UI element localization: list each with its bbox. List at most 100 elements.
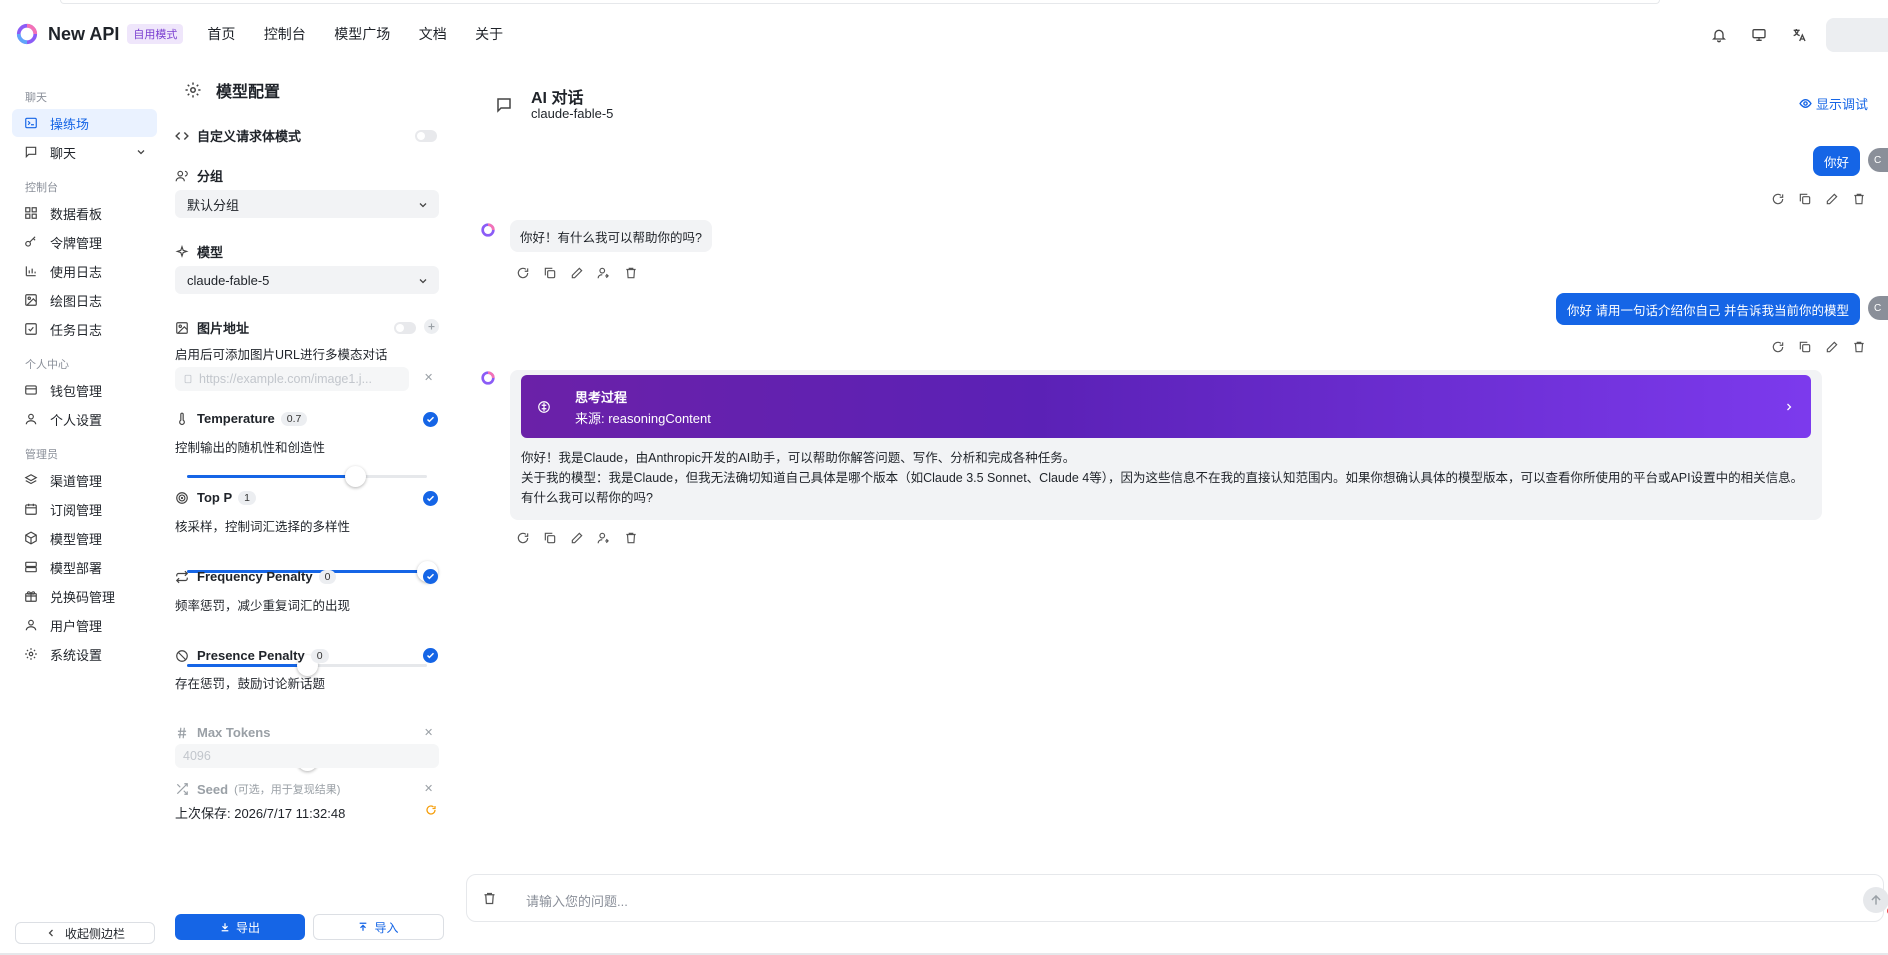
top-bar: New API 自用模式 首页 控制台 模型广场 文档 关于: [0, 0, 1888, 68]
retry-icon[interactable]: [1771, 340, 1785, 354]
close-icon[interactable]: ✕: [424, 371, 433, 384]
clear-chat-trash-icon[interactable]: [482, 891, 497, 906]
temperature-value-badge: 0.7: [280, 411, 308, 426]
frequency-penalty-slider[interactable]: [187, 655, 427, 676]
sidebar-item-label: 任务日志: [50, 322, 103, 338]
sidebar-item-wallet[interactable]: 钱包管理: [12, 376, 157, 404]
show-debug-label: 显示调试: [1815, 97, 1868, 112]
retry-icon[interactable]: [516, 266, 530, 280]
nav-home[interactable]: 首页: [207, 24, 235, 44]
group-label: 分组: [197, 169, 224, 184]
sidebar-item-users[interactable]: 用户管理: [12, 611, 157, 639]
collapse-sidebar-button[interactable]: 收起侧边栏: [15, 922, 155, 944]
sidebar-item-tokens[interactable]: 令牌管理: [12, 228, 157, 256]
send-button[interactable]: [1863, 887, 1888, 913]
close-icon[interactable]: ✕: [424, 726, 433, 739]
delete-icon[interactable]: [1852, 340, 1866, 354]
sidebar-item-models[interactable]: 模型管理: [12, 524, 157, 552]
show-debug-button[interactable]: 显示调试: [1799, 94, 1868, 113]
sidebar-item-channels[interactable]: 渠道管理: [12, 466, 157, 494]
sidebar-item-label: 钱包管理: [50, 383, 103, 399]
model-select[interactable]: claude-fable-5: [175, 266, 439, 294]
theme-monitor-icon[interactable]: [1742, 18, 1776, 52]
nav-model-square[interactable]: 模型广场: [334, 24, 390, 44]
checkmark-icon: [426, 573, 435, 580]
sidebar-item-task-log[interactable]: 任务日志: [12, 315, 157, 343]
nav-docs[interactable]: 文档: [419, 24, 447, 44]
code-icon: [175, 131, 189, 140]
chat-panel: AI 对话 claude-fable-5 显示调试 你好 C 你好！有什么我可以…: [466, 68, 1888, 955]
max-tokens-input[interactable]: 4096: [175, 744, 439, 768]
sidebar-item-playground[interactable]: 操练场: [12, 109, 157, 137]
checklist-icon: [25, 323, 37, 335]
custom-body-toggle[interactable]: [415, 130, 437, 142]
edit-icon[interactable]: [1825, 192, 1839, 206]
retry-icon[interactable]: [516, 531, 530, 545]
thinking-process-panel[interactable]: 思考过程 来源: reasoningContent: [521, 375, 1811, 438]
import-button[interactable]: 导入: [313, 914, 444, 940]
sidebar-item-label: 渠道管理: [50, 473, 103, 489]
edit-icon[interactable]: [570, 266, 584, 280]
edit-icon[interactable]: [570, 531, 584, 545]
retry-icon[interactable]: [1771, 192, 1785, 206]
copy-icon[interactable]: [1798, 192, 1812, 206]
presence-penalty-enabled-checkbox[interactable]: [423, 648, 438, 663]
sidebar-item-redeem[interactable]: 兑换码管理: [12, 582, 157, 610]
image-toggle[interactable]: [394, 322, 416, 334]
export-button[interactable]: 导出: [175, 914, 305, 940]
image-url-input[interactable]: https://example.com/image1.j...: [175, 367, 409, 391]
sidebar-item-draw-log[interactable]: 绘图日志: [12, 286, 157, 314]
frequency-penalty-enabled-checkbox[interactable]: [423, 569, 438, 584]
copy-icon[interactable]: [543, 531, 557, 545]
custom-body-row: 自定义请求体模式: [175, 126, 301, 145]
sidebar-section-personal: 个人中心: [25, 359, 69, 371]
temperature-slider[interactable]: [187, 466, 427, 487]
temperature-enabled-checkbox[interactable]: [423, 412, 438, 427]
avatar: C: [1868, 296, 1888, 320]
thinking-source: 来源: reasoningContent: [575, 411, 711, 426]
sidebar-item-subscriptions[interactable]: 订阅管理: [12, 495, 157, 523]
copy-icon[interactable]: [1798, 340, 1812, 354]
link-icon: [184, 374, 192, 384]
refresh-orange-icon[interactable]: [425, 804, 437, 816]
group-select[interactable]: 默认分组: [175, 190, 439, 218]
ai-message-line: 有什么我可以帮你的吗?: [521, 491, 653, 505]
edit-icon[interactable]: [1825, 340, 1839, 354]
top-p-value-badge: 1: [238, 490, 256, 505]
nav-about[interactable]: 关于: [475, 24, 503, 44]
slider-handle[interactable]: [345, 466, 366, 487]
notification-bell-icon[interactable]: [1702, 18, 1736, 52]
sidebar-item-deploy[interactable]: 模型部署: [12, 553, 157, 581]
top-p-enabled-checkbox[interactable]: [423, 491, 438, 506]
add-image-button[interactable]: [424, 319, 439, 334]
delete-icon[interactable]: [624, 266, 638, 280]
sidebar-item-dashboard[interactable]: 数据看板: [12, 199, 157, 227]
ai-logo-icon: [481, 223, 495, 237]
close-icon[interactable]: ✕: [424, 782, 433, 795]
delete-icon[interactable]: [624, 531, 638, 545]
sidebar-item-label: 数据看板: [50, 206, 103, 222]
copy-icon[interactable]: [543, 266, 557, 280]
thinking-title: 思考过程: [575, 390, 628, 405]
language-translate-icon[interactable]: [1782, 18, 1816, 52]
user-switch-icon[interactable]: [597, 266, 611, 280]
delete-icon[interactable]: [1852, 192, 1866, 206]
user-avatar-menu[interactable]: [1826, 18, 1888, 52]
group-select-value: 默认分组: [187, 197, 240, 213]
chat-input-field[interactable]: 请输入您的问题...: [526, 891, 628, 910]
sidebar-section-chat: 聊天: [25, 92, 47, 104]
nav-console[interactable]: 控制台: [264, 24, 306, 44]
sidebar-item-chat[interactable]: 聊天: [12, 138, 157, 166]
message-actions: [516, 266, 651, 280]
brand-name[interactable]: New API: [48, 24, 119, 45]
sidebar-item-profile[interactable]: 个人设置: [12, 405, 157, 433]
sidebar-section-console: 控制台: [25, 182, 58, 194]
model-label: 模型: [197, 245, 224, 260]
user-message-text: 你好 请用一句话介绍你自己 并告诉我当前你的模型: [1567, 303, 1849, 318]
sidebar-item-settings[interactable]: 系统设置: [12, 640, 157, 668]
user-switch-icon[interactable]: [597, 531, 611, 545]
max-tokens-label: Max Tokens: [197, 725, 271, 740]
frequency-penalty-description: 频率惩罚，减少重复词汇的出现: [175, 599, 351, 613]
image-description: 启用后可添加图片URL进行多模态对话: [175, 348, 388, 362]
sidebar-item-usage-log[interactable]: 使用日志: [12, 257, 157, 285]
